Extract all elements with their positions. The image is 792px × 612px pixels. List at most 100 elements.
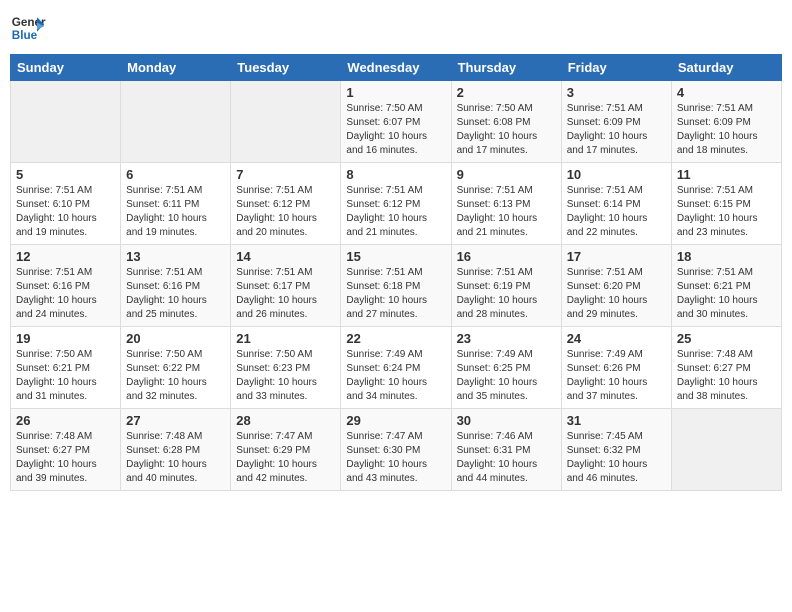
day-info: Sunrise: 7:46 AM Sunset: 6:31 PM Dayligh… bbox=[457, 430, 556, 486]
day-info: Sunrise: 7:50 AM Sunset: 6:07 PM Dayligh… bbox=[346, 102, 445, 158]
day-info: Sunrise: 7:51 AM Sunset: 6:11 PM Dayligh… bbox=[126, 184, 225, 240]
day-number: 23 bbox=[457, 331, 556, 346]
day-number: 13 bbox=[126, 249, 225, 264]
day-cell: 4Sunrise: 7:51 AM Sunset: 6:09 PM Daylig… bbox=[671, 81, 781, 163]
day-number: 29 bbox=[346, 413, 445, 428]
day-number: 28 bbox=[236, 413, 335, 428]
day-cell: 13 Sunrise: 7:51 AM Sunset: 6:16 PM Dayli… bbox=[121, 245, 231, 327]
day-cell: 28 Sunrise: 7:47 AM Sunset: 6:29 PM Dayli… bbox=[231, 409, 341, 491]
day-cell: 31 Sunrise: 7:45 AM Sunset: 6:32 PM Dayli… bbox=[561, 409, 671, 491]
day-info: Sunrise: 7:45 AM Sunset: 6:32 PM Dayligh… bbox=[567, 430, 666, 486]
day-info: Sunrise: 7:50 AM Sunset: 6:21 PM Dayligh… bbox=[16, 348, 115, 404]
day-number: 14 bbox=[236, 249, 335, 264]
day-info: Sunrise: 7:47 AM Sunset: 6:29 PM Dayligh… bbox=[236, 430, 335, 486]
day-cell: 2 Sunrise: 7:50 AM Sunset: 6:08 PM Daylig… bbox=[451, 81, 561, 163]
day-cell: 11 Sunrise: 7:51 AM Sunset: 6:15 PM Dayli… bbox=[671, 163, 781, 245]
day-cell: 17 Sunrise: 7:51 AM Sunset: 6:20 PM Dayli… bbox=[561, 245, 671, 327]
day-number: 9 bbox=[457, 167, 556, 182]
day-info: Sunrise: 7:50 AM Sunset: 6:08 PM Dayligh… bbox=[457, 102, 556, 158]
day-info: Sunrise: 7:51 AM Sunset: 6:16 PM Dayligh… bbox=[16, 266, 115, 322]
day-cell: 20Sunrise: 7:50 AM Sunset: 6:22 PM Dayli… bbox=[121, 327, 231, 409]
day-cell: 29 Sunrise: 7:47 AM Sunset: 6:30 PM Dayli… bbox=[341, 409, 451, 491]
day-info: Sunrise: 7:51 AM Sunset: 6:19 PM Dayligh… bbox=[457, 266, 556, 322]
day-info: Sunrise: 7:51 AM Sunset: 6:12 PM Dayligh… bbox=[346, 184, 445, 240]
day-cell: 18 Sunrise: 7:51 AM Sunset: 6:21 PM Dayli… bbox=[671, 245, 781, 327]
day-info: Sunrise: 7:48 AM Sunset: 6:27 PM Dayligh… bbox=[16, 430, 115, 486]
day-number: 6 bbox=[126, 167, 225, 182]
day-number: 24 bbox=[567, 331, 666, 346]
day-info: Sunrise: 7:50 AM Sunset: 6:23 PM Dayligh… bbox=[236, 348, 335, 404]
day-info: Sunrise: 7:48 AM Sunset: 6:28 PM Dayligh… bbox=[126, 430, 225, 486]
day-cell: 30 Sunrise: 7:46 AM Sunset: 6:31 PM Dayli… bbox=[451, 409, 561, 491]
day-number: 26 bbox=[16, 413, 115, 428]
day-number: 3 bbox=[567, 85, 666, 100]
week-row-1: 1 Sunrise: 7:50 AM Sunset: 6:07 PM Daylig… bbox=[11, 81, 782, 163]
day-cell: 22Sunrise: 7:49 AM Sunset: 6:24 PM Dayli… bbox=[341, 327, 451, 409]
day-cell: 16 Sunrise: 7:51 AM Sunset: 6:19 PM Dayli… bbox=[451, 245, 561, 327]
day-number: 11 bbox=[677, 167, 776, 182]
day-number: 5 bbox=[16, 167, 115, 182]
day-info: Sunrise: 7:47 AM Sunset: 6:30 PM Dayligh… bbox=[346, 430, 445, 486]
day-info: Sunrise: 7:49 AM Sunset: 6:26 PM Dayligh… bbox=[567, 348, 666, 404]
day-cell: 1 Sunrise: 7:50 AM Sunset: 6:07 PM Daylig… bbox=[341, 81, 451, 163]
week-row-4: 19 Sunrise: 7:50 AM Sunset: 6:21 PM Dayli… bbox=[11, 327, 782, 409]
day-info: Sunrise: 7:51 AM Sunset: 6:17 PM Dayligh… bbox=[236, 266, 335, 322]
day-number: 31 bbox=[567, 413, 666, 428]
day-number: 18 bbox=[677, 249, 776, 264]
day-info: Sunrise: 7:51 AM Sunset: 6:16 PM Dayligh… bbox=[126, 266, 225, 322]
weekday-header-wednesday: Wednesday bbox=[341, 55, 451, 81]
day-number: 10 bbox=[567, 167, 666, 182]
day-number: 16 bbox=[457, 249, 556, 264]
day-number: 25 bbox=[677, 331, 776, 346]
day-info: Sunrise: 7:51 AM Sunset: 6:18 PM Dayligh… bbox=[346, 266, 445, 322]
week-row-5: 26 Sunrise: 7:48 AM Sunset: 6:27 PM Dayli… bbox=[11, 409, 782, 491]
day-cell: 25 Sunrise: 7:48 AM Sunset: 6:27 PM Dayli… bbox=[671, 327, 781, 409]
day-cell: 5 Sunrise: 7:51 AM Sunset: 6:10 PM Daylig… bbox=[11, 163, 121, 245]
logo: General Blue bbox=[10, 10, 46, 46]
day-cell: 26 Sunrise: 7:48 AM Sunset: 6:27 PM Dayli… bbox=[11, 409, 121, 491]
day-cell: 10 Sunrise: 7:51 AM Sunset: 6:14 PM Dayli… bbox=[561, 163, 671, 245]
day-number: 15 bbox=[346, 249, 445, 264]
day-number: 21 bbox=[236, 331, 335, 346]
day-cell bbox=[11, 81, 121, 163]
day-info: Sunrise: 7:49 AM Sunset: 6:25 PM Dayligh… bbox=[457, 348, 556, 404]
day-info: Sunrise: 7:51 AM Sunset: 6:12 PM Dayligh… bbox=[236, 184, 335, 240]
day-number: 1 bbox=[346, 85, 445, 100]
day-cell: 12 Sunrise: 7:51 AM Sunset: 6:16 PM Dayli… bbox=[11, 245, 121, 327]
day-number: 12 bbox=[16, 249, 115, 264]
day-number: 20 bbox=[126, 331, 225, 346]
day-info: Sunrise: 7:51 AM Sunset: 6:20 PM Dayligh… bbox=[567, 266, 666, 322]
day-cell: 27 Sunrise: 7:48 AM Sunset: 6:28 PM Dayli… bbox=[121, 409, 231, 491]
weekday-header-friday: Friday bbox=[561, 55, 671, 81]
weekday-header-sunday: Sunday bbox=[11, 55, 121, 81]
day-info: Sunrise: 7:49 AM Sunset: 6:24 PM Dayligh… bbox=[346, 348, 445, 404]
day-cell: 8Sunrise: 7:51 AM Sunset: 6:12 PM Daylig… bbox=[341, 163, 451, 245]
day-cell: 21 Sunrise: 7:50 AM Sunset: 6:23 PM Dayli… bbox=[231, 327, 341, 409]
day-info: Sunrise: 7:51 AM Sunset: 6:09 PM Dayligh… bbox=[567, 102, 666, 158]
day-cell: 19 Sunrise: 7:50 AM Sunset: 6:21 PM Dayli… bbox=[11, 327, 121, 409]
weekday-header-tuesday: Tuesday bbox=[231, 55, 341, 81]
svg-text:Blue: Blue bbox=[12, 29, 38, 42]
day-info: Sunrise: 7:51 AM Sunset: 6:15 PM Dayligh… bbox=[677, 184, 776, 240]
weekday-header-thursday: Thursday bbox=[451, 55, 561, 81]
day-info: Sunrise: 7:51 AM Sunset: 6:10 PM Dayligh… bbox=[16, 184, 115, 240]
day-cell: 24 Sunrise: 7:49 AM Sunset: 6:26 PM Dayli… bbox=[561, 327, 671, 409]
weekday-header-monday: Monday bbox=[121, 55, 231, 81]
day-number: 27 bbox=[126, 413, 225, 428]
day-number: 30 bbox=[457, 413, 556, 428]
day-info: Sunrise: 7:51 AM Sunset: 6:21 PM Dayligh… bbox=[677, 266, 776, 322]
day-number: 7 bbox=[236, 167, 335, 182]
day-cell: 6 Sunrise: 7:51 AM Sunset: 6:11 PM Daylig… bbox=[121, 163, 231, 245]
day-cell bbox=[671, 409, 781, 491]
day-info: Sunrise: 7:51 AM Sunset: 6:09 PM Dayligh… bbox=[677, 102, 776, 158]
day-info: Sunrise: 7:51 AM Sunset: 6:14 PM Dayligh… bbox=[567, 184, 666, 240]
day-info: Sunrise: 7:48 AM Sunset: 6:27 PM Dayligh… bbox=[677, 348, 776, 404]
weekday-header-row: SundayMondayTuesdayWednesdayThursdayFrid… bbox=[11, 55, 782, 81]
day-number: 2 bbox=[457, 85, 556, 100]
day-cell bbox=[121, 81, 231, 163]
day-number: 17 bbox=[567, 249, 666, 264]
day-cell: 23 Sunrise: 7:49 AM Sunset: 6:25 PM Dayli… bbox=[451, 327, 561, 409]
day-number: 19 bbox=[16, 331, 115, 346]
day-cell bbox=[231, 81, 341, 163]
day-cell: 9Sunrise: 7:51 AM Sunset: 6:13 PM Daylig… bbox=[451, 163, 561, 245]
